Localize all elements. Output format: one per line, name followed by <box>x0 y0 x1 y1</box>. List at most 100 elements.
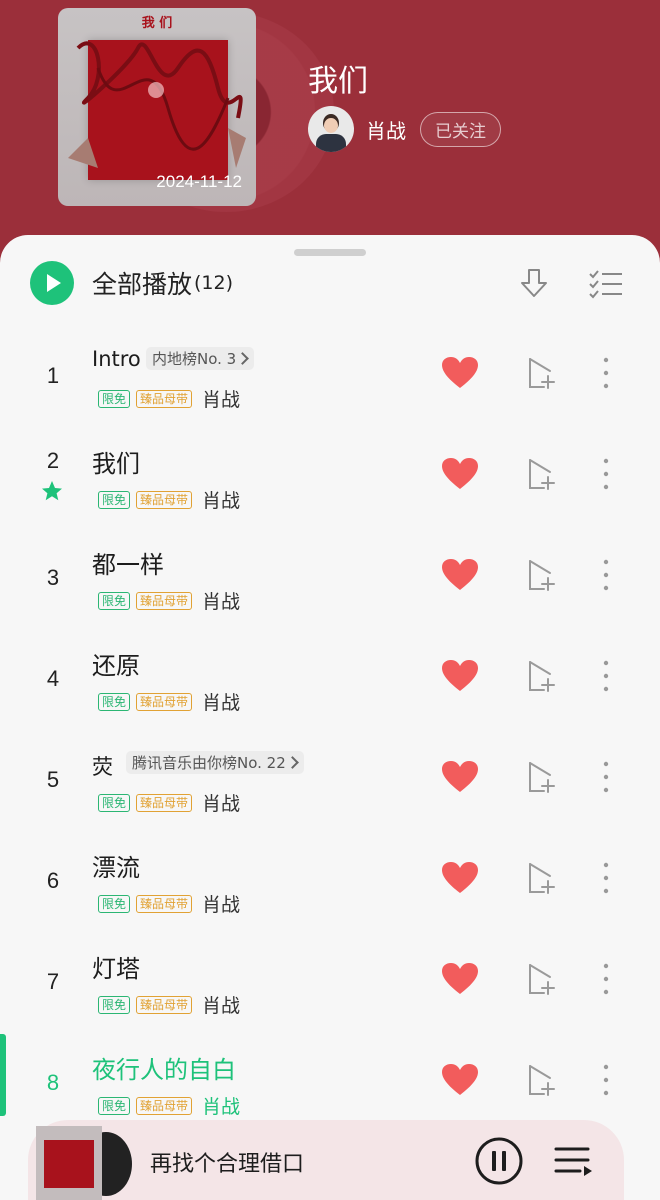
song-title: 还原 <box>92 652 140 680</box>
more-icon[interactable] <box>600 457 612 491</box>
song-artist[interactable]: 肖战 <box>202 385 240 412</box>
song-row[interactable]: 2 我们 限免 臻品母带 肖战 <box>0 426 660 527</box>
song-index: 4 <box>46 666 60 691</box>
release-date: 2024-11-12 <box>156 172 242 191</box>
song-index: 3 <box>46 565 60 590</box>
heart-icon[interactable] <box>441 356 479 390</box>
avatar-suit <box>316 134 346 152</box>
heart-icon[interactable] <box>441 861 479 895</box>
song-artist[interactable]: 肖战 <box>202 789 240 816</box>
song-row[interactable]: 1 Intro 内地榜No. 3 限免 臻品母带 肖战 <box>0 325 660 426</box>
add-to-playlist-icon[interactable] <box>524 1063 558 1099</box>
master-tape-badge: 臻品母带 <box>136 793 193 812</box>
song-title: 都一样 <box>92 551 164 579</box>
song-index: 6 <box>46 868 60 893</box>
now-playing-indicator <box>0 1034 6 1116</box>
album-title: 我们 <box>308 64 368 99</box>
song-meta: 限免 臻品母带 肖战 <box>98 688 240 715</box>
song-meta: 限免 臻品母带 肖战 <box>98 789 240 816</box>
download-icon[interactable] <box>518 267 550 301</box>
song-row[interactable]: 5 荧腾讯音乐由你榜No. 22 限免 臻品母带 肖战 <box>0 729 660 830</box>
song-artist[interactable]: 肖战 <box>202 890 240 917</box>
song-title: Intro <box>92 347 141 371</box>
song-artist[interactable]: 肖战 <box>202 688 240 715</box>
more-icon[interactable] <box>600 760 612 794</box>
follow-button[interactable]: 已关注 <box>420 111 501 147</box>
master-tape-badge: 臻品母带 <box>136 490 193 509</box>
heart-icon[interactable] <box>441 457 479 491</box>
song-meta: 限免 臻品母带 肖战 <box>98 486 240 513</box>
sheet-drag-handle[interactable] <box>294 249 366 256</box>
more-icon[interactable] <box>600 1063 612 1097</box>
cover-title-text: 我 们 <box>141 16 173 31</box>
song-artist[interactable]: 肖战 <box>202 1092 240 1119</box>
song-row[interactable]: 7 灯塔 限免 臻品母带 肖战 <box>0 931 660 1032</box>
artist-name[interactable]: 肖战 <box>366 115 406 144</box>
add-to-playlist-icon[interactable] <box>524 760 558 796</box>
song-count: (12) <box>194 272 234 294</box>
heart-icon[interactable] <box>441 760 479 794</box>
free-badge: 限免 <box>98 995 131 1014</box>
artist-avatar[interactable] <box>308 106 354 152</box>
free-badge: 限免 <box>98 389 131 408</box>
more-icon[interactable] <box>600 356 612 390</box>
free-badge: 限免 <box>98 894 131 913</box>
song-meta: 限免 臻品母带 肖战 <box>98 1092 240 1119</box>
more-icon[interactable] <box>600 962 612 996</box>
master-tape-badge: 臻品母带 <box>136 995 193 1014</box>
play-all-label: 全部播放 <box>92 270 193 299</box>
song-meta: 限免 臻品母带 肖战 <box>98 890 240 917</box>
add-to-playlist-icon[interactable] <box>524 962 558 998</box>
now-playing-artwork[interactable] <box>36 1126 132 1200</box>
artist-row: 肖战 已关注 <box>308 106 501 152</box>
play-all-button[interactable]: 全部播放 (12) <box>30 261 233 305</box>
playlist-icon[interactable] <box>554 1144 594 1178</box>
album-cover-area[interactable]: 我 们 2024-11-12 <box>58 8 334 212</box>
add-to-playlist-icon[interactable] <box>524 558 558 594</box>
master-tape-badge: 臻品母带 <box>136 692 193 711</box>
song-artist[interactable]: 肖战 <box>202 587 240 614</box>
song-row[interactable]: 8 夜行人的自白 限免 臻品母带 肖战 <box>0 1032 660 1133</box>
multiselect-icon[interactable] <box>588 269 624 299</box>
song-row[interactable]: 3 都一样 限免 臻品母带 肖战 <box>0 527 660 628</box>
add-to-playlist-icon[interactable] <box>524 356 558 392</box>
song-index: 5 <box>46 767 60 792</box>
album-cover[interactable]: 我 们 2024-11-12 <box>58 8 256 206</box>
add-to-playlist-icon[interactable] <box>524 861 558 897</box>
avatar-face <box>324 118 338 133</box>
free-badge: 限免 <box>98 591 131 610</box>
now-playing-cover <box>36 1126 102 1200</box>
pause-icon[interactable] <box>474 1136 524 1186</box>
chart-rank-tag[interactable]: 内地榜No. 3 <box>146 347 255 370</box>
free-badge: 限免 <box>98 793 131 812</box>
more-icon[interactable] <box>600 861 612 895</box>
more-icon[interactable] <box>600 659 612 693</box>
song-row[interactable]: 6 漂流 限免 臻品母带 肖战 <box>0 830 660 931</box>
album-header: 我 们 2024-11-12 我们 肖战 已关注 <box>0 0 660 250</box>
heart-icon[interactable] <box>441 1063 479 1097</box>
master-tape-badge: 臻品母带 <box>136 591 193 610</box>
master-tape-badge: 臻品母带 <box>136 389 193 408</box>
play-icon <box>30 261 74 305</box>
song-artist[interactable]: 肖战 <box>202 486 240 513</box>
chart-rank-tag[interactable]: 腾讯音乐由你榜No. 22 <box>126 751 304 774</box>
song-title: 漂流 <box>92 854 140 882</box>
song-title: 荧 <box>92 755 113 779</box>
add-to-playlist-icon[interactable] <box>524 457 558 493</box>
heart-icon[interactable] <box>441 558 479 592</box>
master-tape-badge: 臻品母带 <box>136 894 193 913</box>
song-index: 7 <box>46 969 60 994</box>
song-meta: 限免 臻品母带 肖战 <box>98 385 240 412</box>
song-meta: 限免 臻品母带 肖战 <box>98 991 240 1018</box>
song-row[interactable]: 4 还原 限免 臻品母带 肖战 <box>0 628 660 729</box>
free-badge: 限免 <box>98 692 131 711</box>
free-badge: 限免 <box>98 490 131 509</box>
more-icon[interactable] <box>600 558 612 592</box>
heart-icon[interactable] <box>441 962 479 996</box>
add-to-playlist-icon[interactable] <box>524 659 558 695</box>
song-index: 1 <box>46 363 60 388</box>
heart-icon[interactable] <box>441 659 479 693</box>
now-playing-title[interactable]: 再找个合理借口 <box>150 1146 304 1178</box>
song-artist[interactable]: 肖战 <box>202 991 240 1018</box>
song-meta: 限免 臻品母带 肖战 <box>98 587 240 614</box>
